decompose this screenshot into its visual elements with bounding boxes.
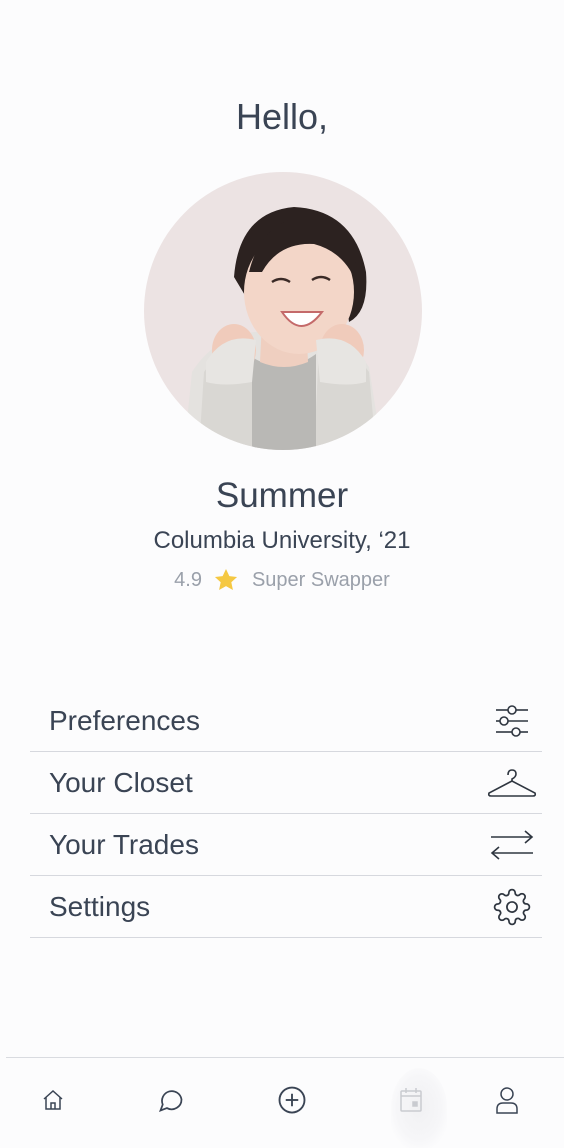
tab-calendar[interactable] bbox=[395, 1086, 427, 1118]
menu-item-label: Settings bbox=[49, 890, 151, 922]
menu-item-settings[interactable]: Settings bbox=[30, 876, 542, 938]
menu-item-your-closet[interactable]: Your Closet bbox=[30, 752, 542, 814]
profile-school: Columbia University, ‘21 bbox=[153, 527, 411, 554]
badge-label: Super Swapper bbox=[251, 568, 390, 591]
menu-item-label: Preferences bbox=[49, 704, 200, 736]
bottom-tab-bar bbox=[6, 1057, 564, 1148]
home-icon bbox=[41, 1088, 65, 1117]
rating-row: 4.9 Super Swapper bbox=[0, 567, 564, 593]
menu-item-label: Your Trades bbox=[49, 828, 199, 860]
rating-value: 4.9 bbox=[174, 568, 202, 591]
chat-icon bbox=[157, 1086, 185, 1119]
tab-messages[interactable] bbox=[155, 1086, 187, 1118]
tab-home[interactable] bbox=[37, 1086, 69, 1118]
calendar-icon bbox=[399, 1087, 423, 1118]
gear-icon bbox=[486, 887, 538, 927]
star-icon bbox=[212, 567, 240, 593]
tab-profile[interactable] bbox=[491, 1086, 523, 1118]
greeting-title: Hello, bbox=[235, 96, 329, 137]
menu-item-your-trades[interactable]: Your Trades bbox=[30, 814, 542, 876]
menu-item-label: Your Closet bbox=[49, 766, 193, 798]
sliders-icon bbox=[486, 701, 538, 741]
profile-menu: Preferences Your Closet Your Trades Sett… bbox=[30, 690, 542, 938]
profile-name: Summer bbox=[215, 476, 349, 515]
swap-arrows-icon bbox=[486, 825, 538, 865]
add-circle-icon bbox=[277, 1085, 307, 1120]
profile-photo bbox=[144, 172, 422, 450]
hanger-icon bbox=[486, 763, 538, 803]
menu-item-preferences[interactable]: Preferences bbox=[30, 690, 542, 752]
user-icon bbox=[495, 1086, 519, 1119]
avatar bbox=[144, 172, 422, 450]
tab-add[interactable] bbox=[276, 1086, 308, 1118]
